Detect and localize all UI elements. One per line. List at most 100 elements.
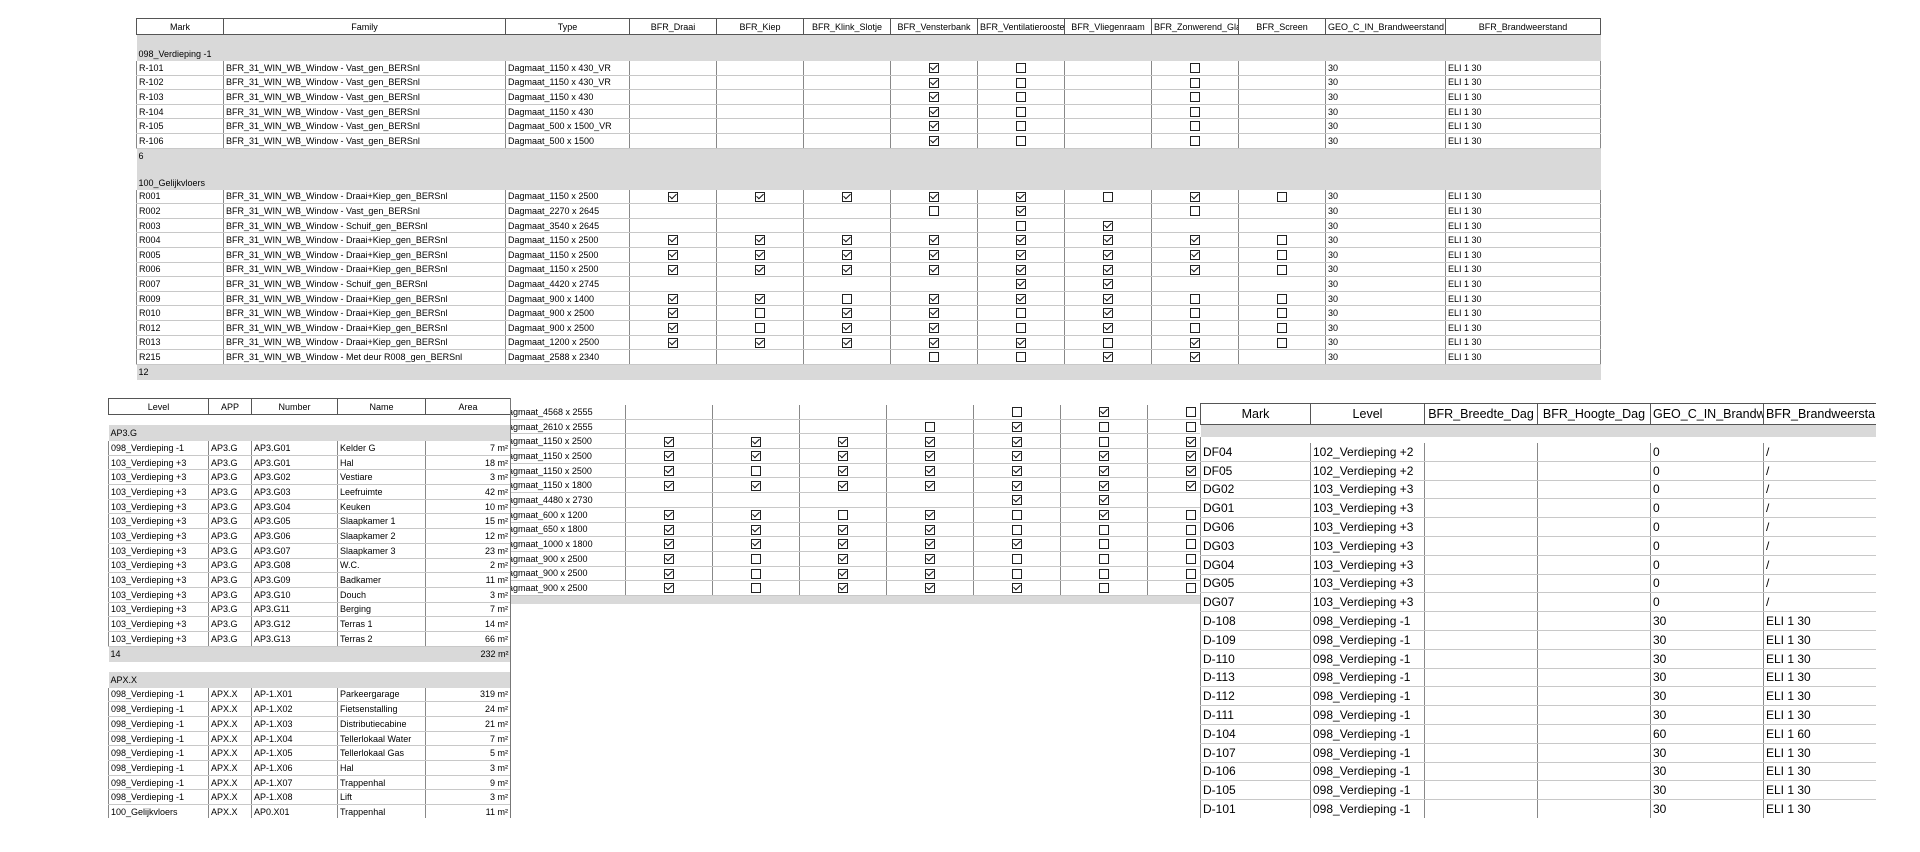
- checkbox[interactable]: [1016, 264, 1026, 275]
- checkbox[interactable]: [838, 539, 848, 550]
- checkbox[interactable]: [1016, 235, 1026, 246]
- checkbox[interactable]: [1186, 524, 1196, 535]
- checkbox[interactable]: [755, 235, 765, 246]
- checkbox[interactable]: [838, 509, 848, 520]
- table-row[interactable]: R001 BFR_31_WIN_WB_Window - Draai+Kiep_ge…: [136, 189, 1601, 205]
- table-row[interactable]: 098_Verdieping -1 APX.X AP-1.X07 Trappenhal…: [108, 775, 510, 791]
- checkbox[interactable]: [1190, 250, 1200, 261]
- table-row[interactable]: DG03 103_Verdieping +3 0/: [1200, 536, 1876, 556]
- checkbox[interactable]: [755, 337, 765, 348]
- checkbox[interactable]: [842, 250, 852, 261]
- checkbox[interactable]: [1016, 121, 1026, 132]
- checkbox[interactable]: [1277, 323, 1287, 334]
- checkbox[interactable]: [1277, 250, 1287, 261]
- table-row[interactable]: R013 BFR_31_WIN_WB_Window - Draai+Kiep_ge…: [136, 335, 1601, 351]
- table-row[interactable]: R-105 BFR_31_WIN_WB_Window - Vast_gen_BER…: [136, 118, 1601, 134]
- checkbox[interactable]: [1016, 136, 1026, 147]
- checkbox[interactable]: [1099, 539, 1109, 550]
- checkbox[interactable]: [925, 568, 935, 579]
- checkbox[interactable]: [1103, 352, 1113, 363]
- checkbox[interactable]: [1016, 92, 1026, 103]
- checkbox[interactable]: [755, 191, 765, 202]
- table-row[interactable]: R009 BFR_31_WIN_WB_Window - Draai+Kiep_ge…: [136, 291, 1601, 307]
- checkbox[interactable]: [1099, 495, 1109, 506]
- table-row[interactable]: R012 BFR_31_WIN_WB_Window - Draai+Kiep_ge…: [136, 320, 1601, 336]
- checkbox[interactable]: [1186, 509, 1196, 520]
- checkbox[interactable]: [1190, 308, 1200, 319]
- checkbox[interactable]: [842, 323, 852, 334]
- checkbox[interactable]: [1012, 436, 1022, 447]
- checkbox[interactable]: [1277, 191, 1287, 202]
- table-row[interactable]: 098_Verdieping -1 APX.X AP-1.X06 Hal 3 m²: [108, 760, 510, 776]
- checkbox[interactable]: [664, 554, 674, 565]
- checkbox[interactable]: [1103, 264, 1113, 275]
- checkbox[interactable]: [1012, 465, 1022, 476]
- table-row[interactable]: 098_Verdieping -1 APX.X AP-1.X04 Tellerloka…: [108, 731, 510, 747]
- checkbox[interactable]: [1190, 235, 1200, 246]
- checkbox[interactable]: [842, 191, 852, 202]
- checkbox[interactable]: [1190, 323, 1200, 334]
- checkbox[interactable]: [751, 465, 761, 476]
- table-row[interactable]: R010 BFR_31_WIN_WB_Window - Draai+Kiep_ge…: [136, 305, 1601, 321]
- checkbox[interactable]: [842, 293, 852, 304]
- checkbox[interactable]: [929, 293, 939, 304]
- table-row[interactable]: D-108 098_Verdieping -1 30 ELI 1 30: [1200, 611, 1876, 631]
- table-row[interactable]: DG05 103_Verdieping +3 0/: [1200, 574, 1876, 594]
- checkbox[interactable]: [925, 451, 935, 462]
- checkbox[interactable]: [1190, 77, 1200, 88]
- checkbox[interactable]: [668, 293, 678, 304]
- checkbox[interactable]: [929, 323, 939, 334]
- checkbox[interactable]: [838, 465, 848, 476]
- checkbox[interactable]: [1186, 421, 1196, 432]
- checkbox[interactable]: [751, 436, 761, 447]
- table-row[interactable]: 098_Verdieping -1 APX.X AP-1.X01 Parkeergar…: [108, 687, 510, 703]
- checkbox[interactable]: [1099, 480, 1109, 491]
- table-row[interactable]: DG07 103_Verdieping +3 0/: [1200, 592, 1876, 613]
- table-row[interactable]: 103_Verdieping +3 AP3.G AP3.G12 Terras 1 14 …: [108, 616, 510, 632]
- table-row[interactable]: 103_Verdieping +3 AP3.G AP3.G08 W.C. 2 m²: [108, 558, 510, 574]
- checkbox[interactable]: [1277, 293, 1287, 304]
- table-row[interactable]: 098_Verdieping -1 APX.X AP-1.X02 Fietsensta…: [108, 701, 510, 717]
- checkbox[interactable]: [1016, 293, 1026, 304]
- checkbox[interactable]: [1099, 568, 1109, 579]
- checkbox[interactable]: [1190, 293, 1200, 304]
- checkbox[interactable]: [1099, 465, 1109, 476]
- checkbox[interactable]: [1099, 554, 1109, 565]
- checkbox[interactable]: [1016, 63, 1026, 74]
- checkbox[interactable]: [838, 451, 848, 462]
- checkbox[interactable]: [668, 308, 678, 319]
- table-row[interactable]: R006 BFR_31_WIN_WB_Window - Draai+Kiep_ge…: [136, 262, 1601, 278]
- checkbox[interactable]: [925, 509, 935, 520]
- checkbox[interactable]: [1277, 235, 1287, 246]
- checkbox[interactable]: [929, 337, 939, 348]
- checkbox[interactable]: [664, 436, 674, 447]
- checkbox[interactable]: [751, 524, 761, 535]
- checkbox[interactable]: [838, 568, 848, 579]
- checkbox[interactable]: [1186, 465, 1196, 476]
- checkbox[interactable]: [1016, 308, 1026, 319]
- table-row[interactable]: DG06 103_Verdieping +3 0/: [1200, 517, 1876, 537]
- table-row[interactable]: 103_Verdieping +3 AP3.G AP3.G11 Berging 7 m²: [108, 602, 510, 618]
- table-row[interactable]: 100_Gelijkvloers APX.X AP0.X01 Trappenhal 11…: [108, 804, 510, 818]
- checkbox[interactable]: [1012, 421, 1022, 432]
- table-row[interactable]: R-102 BFR_31_WIN_WB_Window - Vast_gen_BER…: [136, 75, 1601, 91]
- table-row[interactable]: D-111 098_Verdieping -1 30 ELI 1 30: [1200, 705, 1876, 725]
- checkbox[interactable]: [755, 293, 765, 304]
- checkbox[interactable]: [1186, 451, 1196, 462]
- checkbox[interactable]: [1099, 436, 1109, 447]
- checkbox[interactable]: [925, 421, 935, 432]
- checkbox[interactable]: [755, 308, 765, 319]
- checkbox[interactable]: [929, 191, 939, 202]
- checkbox[interactable]: [755, 264, 765, 275]
- table-row[interactable]: R215 BFR_31_WIN_WB_Window - Met deur R008…: [136, 349, 1601, 365]
- checkbox[interactable]: [1190, 121, 1200, 132]
- checkbox[interactable]: [664, 509, 674, 520]
- table-row[interactable]: D-101 098_Verdieping -1 30 ELI 1 30: [1200, 799, 1876, 818]
- checkbox[interactable]: [751, 451, 761, 462]
- checkbox[interactable]: [838, 436, 848, 447]
- table-row[interactable]: DG02 103_Verdieping +3 0/: [1200, 480, 1876, 500]
- checkbox[interactable]: [1103, 235, 1113, 246]
- checkbox[interactable]: [1099, 524, 1109, 535]
- checkbox[interactable]: [1016, 352, 1026, 363]
- checkbox[interactable]: [668, 264, 678, 275]
